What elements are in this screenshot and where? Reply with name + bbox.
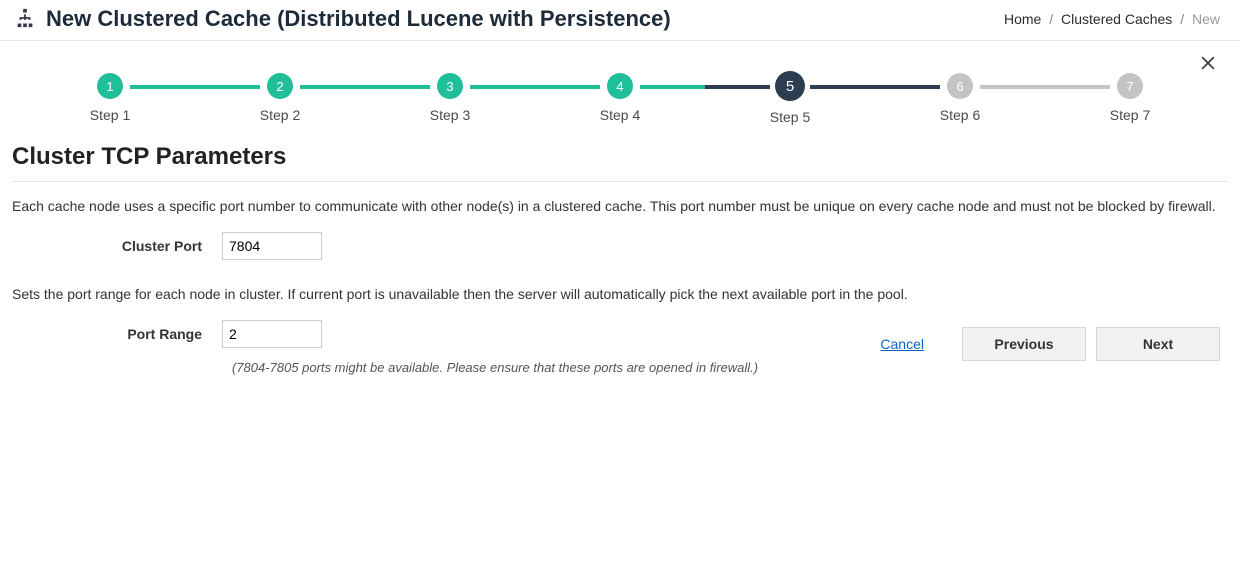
step-6-circle: 6 [947,73,973,99]
step-connector [980,85,1110,89]
stepper: 1 Step 1 2 Step 2 3 Step 3 4 Step 4 5 St… [0,41,1240,135]
step-3[interactable]: 3 Step 3 [430,73,470,123]
page-header: New Clustered Cache (Distributed Lucene … [0,0,1240,40]
sitemap-icon [14,7,36,32]
step-5-circle: 5 [775,71,805,101]
step-3-circle: 3 [437,73,463,99]
cancel-link[interactable]: Cancel [880,336,924,352]
step-5[interactable]: 5 Step 5 [770,71,810,125]
step-connector [300,85,430,89]
breadcrumb-clustered-caches[interactable]: Clustered Caches [1061,11,1172,27]
breadcrumb: Home / Clustered Caches / New [1004,11,1220,27]
step-1-circle: 1 [97,73,123,99]
step-1[interactable]: 1 Step 1 [90,73,130,123]
breadcrumb-current: New [1192,11,1220,27]
cluster-port-row: Cluster Port [12,232,1228,260]
breadcrumb-separator: / [1045,11,1057,27]
cluster-port-description: Each cache node uses a specific port num… [12,198,1228,214]
step-7-label: Step 7 [1110,107,1150,123]
breadcrumb-separator: / [1176,11,1188,27]
cluster-port-label: Cluster Port [12,238,222,254]
step-connector [810,85,940,89]
wizard-container: New Clustered Cache (Distributed Lucene … [0,0,1240,540]
step-6-label: Step 6 [940,107,980,123]
cluster-port-input[interactable] [222,232,322,260]
page-title: New Clustered Cache (Distributed Lucene … [46,6,671,32]
wizard-footer: Cancel Previous Next [0,313,1240,375]
step-4[interactable]: 4 Step 4 [600,73,640,123]
port-range-description: Sets the port range for each node in clu… [12,286,1228,302]
step-4-circle: 4 [607,73,633,99]
step-4-label: Step 4 [600,107,640,123]
step-connector [640,85,770,89]
step-connector [470,85,600,89]
step-connector [130,85,260,89]
step-5-label: Step 5 [770,109,810,125]
breadcrumb-home[interactable]: Home [1004,11,1041,27]
previous-button[interactable]: Previous [962,327,1086,361]
section-title: Cluster TCP Parameters [0,135,1240,181]
step-6[interactable]: 6 Step 6 [940,73,980,123]
step-2-label: Step 2 [260,107,300,123]
header-left: New Clustered Cache (Distributed Lucene … [14,6,671,32]
step-3-label: Step 3 [430,107,470,123]
next-button[interactable]: Next [1096,327,1220,361]
step-2-circle: 2 [267,73,293,99]
step-7-circle: 7 [1117,73,1143,99]
wizard-panel: 1 Step 1 2 Step 2 3 Step 3 4 Step 4 5 St… [0,40,1240,375]
step-1-label: Step 1 [90,107,130,123]
step-7[interactable]: 7 Step 7 [1110,73,1150,123]
step-2[interactable]: 2 Step 2 [260,73,300,123]
